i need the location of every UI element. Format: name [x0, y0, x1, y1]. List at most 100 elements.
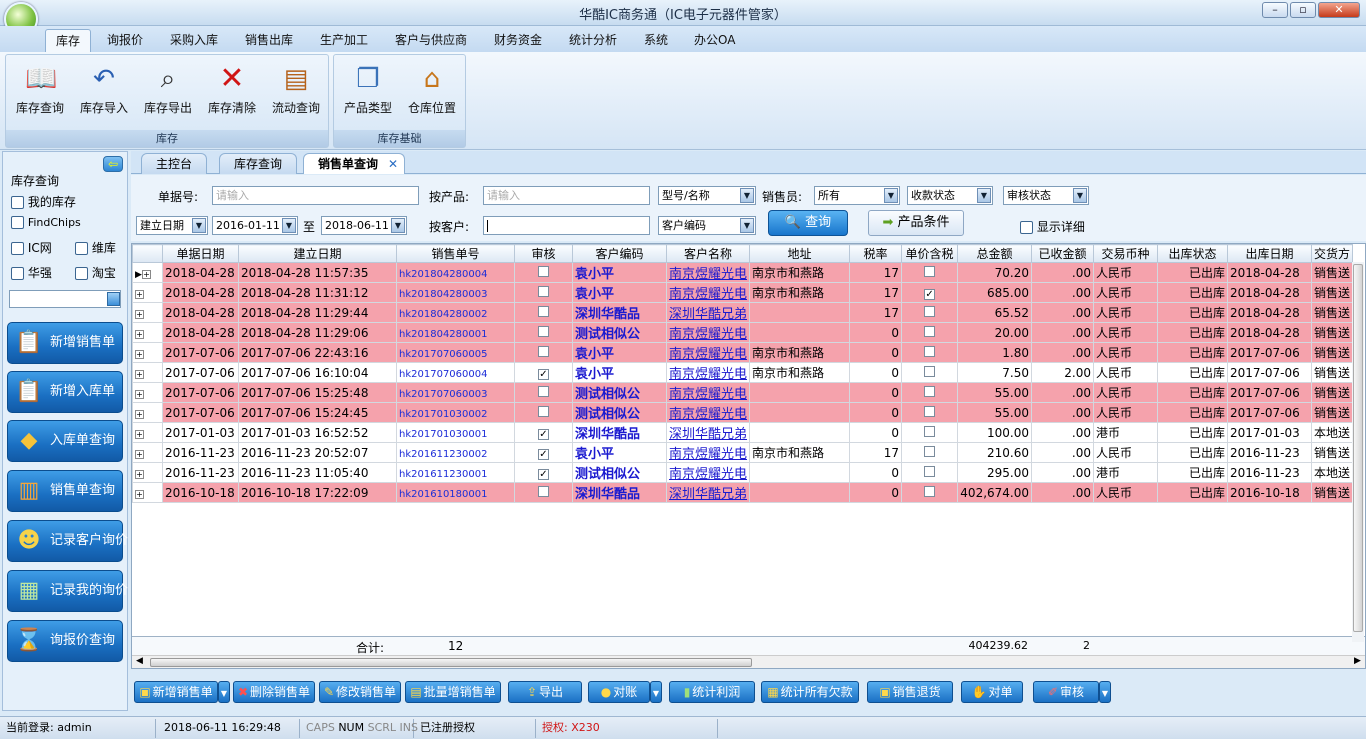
column-header[interactable]: 地址 [749, 244, 851, 263]
menu-tab-sales[interactable]: 销售出库 [235, 29, 303, 52]
row-header[interactable]: + [132, 482, 163, 503]
cell-address[interactable]: 南京市和燕路 [749, 362, 851, 383]
menu-tab-purchase[interactable]: 采购入库 [160, 29, 228, 52]
expand-row-icon[interactable]: + [135, 329, 144, 339]
new-sales-dropdown[interactable]: ▼ [218, 681, 230, 703]
calendar-dropdown-icon[interactable]: ▼ [391, 218, 405, 233]
chevron-down-icon[interactable]: ▼ [192, 218, 206, 233]
cell-customer-code[interactable]: 测试相似公 [572, 462, 667, 483]
cell-delivery[interactable]: 销售送 [1311, 382, 1354, 403]
column-header[interactable]: 交货方 [1311, 244, 1354, 263]
cell-created-date[interactable]: 2016-10-18 17:22:09 [238, 482, 397, 503]
expand-row-icon[interactable]: + [135, 469, 144, 479]
cell-delivery[interactable]: 销售送 [1311, 362, 1354, 383]
cell-out-status[interactable]: 已出库 [1157, 482, 1229, 503]
cell-customer-code[interactable]: 深圳华酷品 [572, 302, 667, 323]
cell-price-incl-tax[interactable] [901, 422, 959, 443]
expand-row-icon[interactable]: + [135, 449, 144, 459]
column-header[interactable]: 已收金额 [1031, 244, 1095, 263]
checkbox-icon[interactable]: ✓ [538, 448, 549, 460]
search-dropdown-icon[interactable] [107, 292, 120, 306]
cell-price-incl-tax[interactable] [901, 462, 959, 483]
cell-order-no[interactable]: hk201707060004 [396, 362, 515, 383]
cell-tax-rate[interactable]: 17 [849, 442, 903, 463]
cell-doc-date[interactable]: 2016-10-18 [162, 482, 239, 503]
menu-tab-statistics[interactable]: 统计分析 [559, 29, 627, 52]
payment-status-select[interactable]: 收款状态 ▼ [907, 186, 993, 205]
column-header[interactable]: 客户名称 [665, 244, 751, 263]
row-header[interactable]: + [132, 282, 163, 303]
delete-sales-button[interactable]: ✖ 删除销售单 [233, 681, 315, 703]
cell-out-date[interactable]: 2018-04-28 [1227, 322, 1313, 343]
table-row[interactable]: +2016-10-18 2016-10-18 17:22:09 hk20161018… [132, 482, 1354, 503]
cell-total[interactable]: 65.52 [957, 302, 1033, 323]
cell-out-date[interactable]: 2017-07-06 [1227, 382, 1313, 403]
cell-currency[interactable]: 人民币 [1093, 382, 1159, 403]
column-header[interactable]: 出库日期 [1227, 244, 1313, 263]
checkbox-icon[interactable]: ✓ [538, 428, 549, 440]
cell-address[interactable] [749, 462, 851, 483]
cell-currency[interactable]: 人民币 [1093, 482, 1159, 503]
checkbox-icon[interactable] [1020, 221, 1033, 234]
cell-order-no[interactable]: hk201804280003 [396, 282, 515, 303]
checkbox-icon[interactable] [75, 242, 88, 255]
cell-tax-rate[interactable]: 17 [849, 262, 903, 283]
new-inbound-order-button[interactable]: 📋 新增入库单 [7, 371, 123, 413]
row-header[interactable]: + [132, 442, 163, 463]
cell-audit[interactable]: ✓ [514, 362, 573, 383]
scroll-right-icon[interactable]: ▶ [1354, 656, 1361, 666]
cell-created-date[interactable]: 2018-04-28 11:29:44 [238, 302, 397, 323]
cell-created-date[interactable]: 2016-11-23 11:05:40 [238, 462, 397, 483]
cell-created-date[interactable]: 2017-07-06 22:43:16 [238, 342, 397, 363]
cell-customer-name[interactable]: 南京煜耀光电 [665, 402, 751, 423]
cell-received[interactable]: .00 [1031, 422, 1095, 443]
cell-order-no[interactable]: hk201707060003 [396, 382, 515, 403]
cell-price-incl-tax[interactable]: ✓ [901, 282, 959, 303]
cell-customer-name[interactable]: 南京煜耀光电 [665, 322, 751, 343]
checkbox-icon[interactable] [538, 285, 549, 297]
cell-customer-name[interactable]: 南京煜耀光电 [665, 442, 751, 463]
horizontal-scrollbar[interactable]: ◀ ▶ [132, 655, 1365, 668]
row-header[interactable]: + [132, 402, 163, 423]
cell-tax-rate[interactable]: 0 [849, 382, 903, 403]
chevron-down-icon[interactable]: ▼ [740, 218, 754, 233]
cell-doc-date[interactable]: 2017-07-06 [162, 362, 239, 383]
checkbox-icon[interactable] [924, 425, 936, 437]
cell-customer-code[interactable]: 袁小平 [572, 262, 667, 283]
cell-total[interactable]: 402,674.00 [957, 482, 1033, 503]
cell-audit[interactable] [514, 382, 573, 403]
cell-delivery[interactable]: 本地送 [1311, 462, 1354, 483]
cell-delivery[interactable]: 销售送 [1311, 442, 1354, 463]
column-header[interactable]: 交易币种 [1093, 244, 1159, 263]
menu-tab-inquiry[interactable]: 询报价 [97, 29, 153, 52]
profit-stats-button[interactable]: ▮ 统计利润 [669, 681, 755, 703]
expand-row-icon[interactable]: + [135, 289, 144, 299]
cell-received[interactable]: .00 [1031, 302, 1095, 323]
row-header[interactable]: + [132, 322, 163, 343]
row-header[interactable]: + [132, 382, 163, 403]
cell-price-incl-tax[interactable] [901, 402, 959, 423]
checkbox-icon[interactable] [924, 465, 936, 477]
cell-audit[interactable] [514, 322, 573, 343]
query-button[interactable]: 🔍 查询 [768, 210, 848, 236]
new-sales-order-button[interactable]: 📋 新增销售单 [7, 322, 123, 364]
cell-doc-date[interactable]: 2017-07-06 [162, 342, 239, 363]
cell-currency[interactable]: 港币 [1093, 462, 1159, 483]
cell-created-date[interactable]: 2017-07-06 15:25:48 [238, 382, 397, 403]
checkbox-icon[interactable] [538, 265, 549, 277]
cell-audit[interactable] [514, 282, 573, 303]
cell-currency[interactable]: 港币 [1093, 422, 1159, 443]
column-header[interactable]: 建立日期 [238, 244, 397, 263]
cell-order-no[interactable]: hk201701030001 [396, 422, 515, 443]
cell-customer-name[interactable]: 深圳华酷兄弟 [665, 482, 751, 503]
column-header[interactable]: 单价含税 [901, 244, 959, 263]
cell-created-date[interactable]: 2018-04-28 11:29:06 [238, 322, 397, 343]
cell-price-incl-tax[interactable] [901, 302, 959, 323]
cell-created-date[interactable]: 2017-07-06 16:10:04 [238, 362, 397, 383]
cell-customer-name[interactable]: 南京煜耀光电 [665, 262, 751, 283]
cell-received[interactable]: .00 [1031, 402, 1095, 423]
scroll-thumb[interactable] [150, 658, 752, 667]
cell-delivery[interactable]: 销售送 [1311, 322, 1354, 343]
table-row[interactable]: +2018-04-28 2018-04-28 11:29:06 hk20180428… [132, 322, 1354, 343]
cell-total[interactable]: 7.50 [957, 362, 1033, 383]
